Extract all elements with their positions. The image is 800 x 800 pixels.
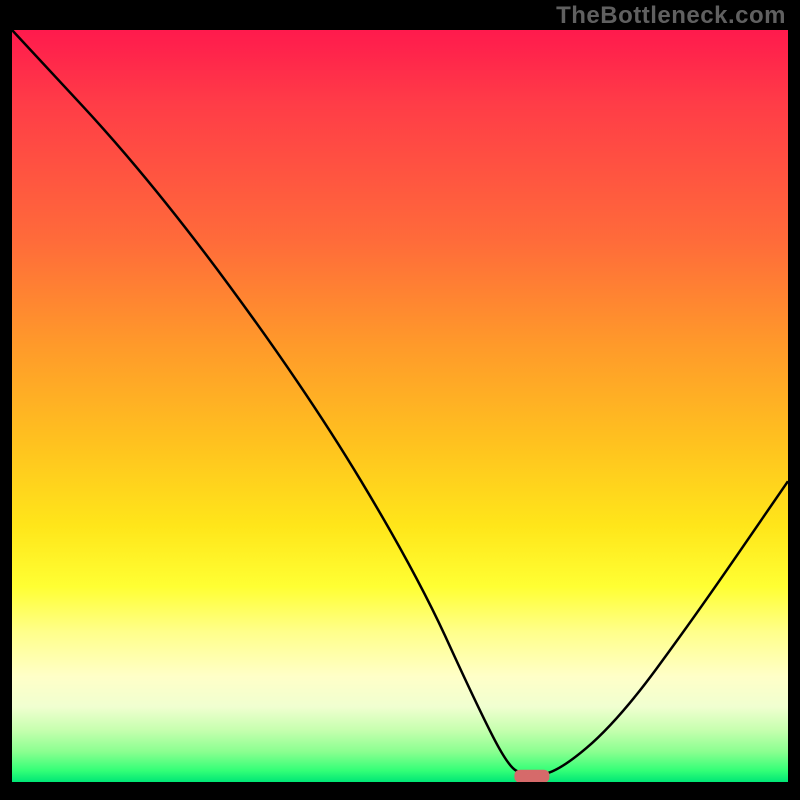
chart-frame: TheBottleneck.com (0, 0, 800, 800)
plot-area (12, 30, 788, 782)
bottom-border (0, 782, 800, 800)
right-border (788, 0, 800, 800)
bottleneck-curve (12, 30, 788, 775)
optimal-marker (515, 770, 549, 782)
left-border (0, 0, 12, 800)
attribution-text: TheBottleneck.com (556, 2, 786, 30)
chart-svg (12, 30, 788, 782)
